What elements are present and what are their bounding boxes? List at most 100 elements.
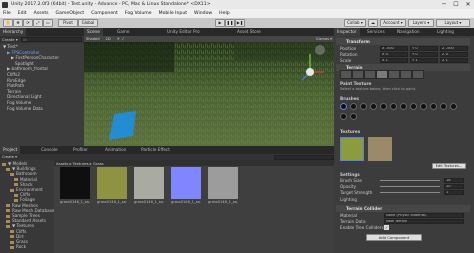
transform-y-field[interactable]: Y 0 (410, 46, 438, 51)
layers-dropdown[interactable]: Layers ▾ (408, 19, 434, 27)
transform-z-field[interactable]: Z 1 (440, 58, 468, 63)
terrain-collider-header[interactable]: Terrain Collider (336, 205, 470, 212)
transform-z-field[interactable]: Z -500 (440, 46, 468, 51)
rotate-tool-icon[interactable]: ⟳ (23, 19, 33, 27)
smooth-height-icon[interactable] (364, 70, 376, 79)
tab-game[interactable]: Game (114, 28, 132, 36)
opacity-slider[interactable] (380, 186, 440, 187)
paint-height-icon[interactable] (352, 70, 364, 79)
terrain-settings-icon[interactable] (412, 70, 424, 79)
material-field[interactable]: None (Physic Material) (384, 213, 464, 218)
project-search-input[interactable] (274, 154, 334, 160)
transform-x-field[interactable]: X 1 (380, 58, 408, 63)
menu-edit[interactable]: Edit (18, 11, 27, 16)
menu-component[interactable]: Component (91, 11, 118, 16)
hierarchy-search-input[interactable] (20, 37, 82, 42)
tab-profiler[interactable]: Profiler (70, 146, 91, 154)
brush-size-field[interactable]: 16 (444, 178, 464, 183)
menu-window[interactable]: Window (194, 11, 212, 16)
move-tool-icon[interactable]: ✥ (13, 19, 23, 27)
brush-shape[interactable] (350, 113, 357, 120)
transform-z-field[interactable]: Z 0 (440, 52, 468, 57)
tab-lighting[interactable]: Lighting (434, 28, 457, 36)
gizmos-dropdown[interactable]: Gizmos ▾ (316, 37, 332, 41)
brush-shape[interactable] (350, 103, 357, 110)
tab-services[interactable]: Services (364, 28, 388, 36)
tab-project[interactable]: Project (0, 146, 21, 154)
asset-thumbnail[interactable]: grass0146_1_sa... (208, 167, 238, 207)
brush-shape[interactable] (390, 103, 397, 110)
tab-unity-editor-pro[interactable]: Unity Editor Pro (164, 28, 203, 36)
asset-thumbnail[interactable]: grass0146_1_sa... (60, 167, 90, 207)
raise-terrain-icon[interactable] (340, 70, 352, 79)
lighting-foldout[interactable]: Lighting (340, 197, 357, 202)
cloud-icon[interactable]: ☁ (368, 19, 378, 27)
step-icon[interactable]: ▶❚ (235, 19, 245, 27)
transform-x-field[interactable]: X -500 (380, 46, 408, 51)
brush-shape[interactable] (420, 103, 427, 110)
brush-shape[interactable] (400, 103, 407, 110)
brush-size-slider[interactable] (380, 180, 440, 181)
tab-console[interactable]: Console (38, 146, 61, 154)
brush-shape[interactable] (340, 103, 347, 110)
create-dropdown[interactable]: Create ▾ (2, 37, 18, 42)
pause-icon[interactable]: ❚❚ (225, 19, 235, 27)
shading-dropdown[interactable]: Shaded (86, 37, 100, 41)
brush-shape[interactable] (430, 103, 437, 110)
scene-viewport[interactable] (84, 42, 334, 146)
target-strength-field[interactable]: 1 (444, 190, 464, 195)
minimize-button[interactable]: ─ (438, 0, 450, 9)
account-dropdown[interactable]: Account ▾ (380, 19, 406, 27)
scene-orientation-gizmo[interactable] (315, 45, 325, 55)
menu-gameobject[interactable]: GameObject (56, 11, 85, 16)
project-create-dropdown[interactable]: Create ▾ (2, 155, 17, 159)
paint-details-icon[interactable] (400, 70, 412, 79)
maximize-button[interactable]: ☐ (450, 0, 462, 9)
tab-navigation[interactable]: Navigation (394, 28, 423, 36)
opacity-field[interactable]: 20 (444, 184, 464, 189)
rect-tool-icon[interactable]: ▭ (43, 19, 53, 27)
tab-inspector[interactable]: Inspector (334, 28, 360, 36)
2d-toggle[interactable]: 2D (106, 37, 111, 41)
terrain-texture-dirt[interactable] (368, 137, 392, 161)
hierarchy-item[interactable]: Fog Volume Data (7, 106, 43, 112)
global-toggle[interactable]: Global (78, 19, 98, 27)
add-component-button[interactable]: Add Component (366, 234, 422, 241)
brush-shape[interactable] (410, 103, 417, 110)
brush-shape[interactable] (340, 113, 347, 120)
terrain-texture-grass[interactable] (340, 137, 364, 161)
asset-thumbnail[interactable]: grass0146_1_sa... (171, 167, 201, 207)
project-folder[interactable]: Rock (10, 244, 26, 250)
target-strength-slider[interactable] (380, 192, 440, 193)
transform-y-field[interactable]: Y 0 (410, 52, 438, 57)
brush-shape[interactable] (450, 103, 457, 110)
tab-animation[interactable]: Animation (102, 146, 129, 154)
light-toggle-icon[interactable]: ☀ (117, 37, 120, 41)
asset-thumbnail[interactable]: grass0146_1_sa... (97, 167, 127, 207)
layout-dropdown[interactable]: Layout ▾ (436, 19, 470, 27)
menu-file[interactable]: File (3, 11, 11, 16)
transform-x-field[interactable]: X 0 (380, 52, 408, 57)
menu-help[interactable]: Help (219, 11, 229, 16)
tab-hierarchy[interactable]: Hierarchy (0, 28, 27, 36)
pivot-toggle[interactable]: Pivot (58, 19, 78, 27)
tree-colliders-checkbox[interactable]: ✓ (384, 225, 389, 230)
menu-mobile-input[interactable]: Mobile Input (159, 11, 187, 16)
brush-shape[interactable] (440, 103, 447, 110)
asset-thumbnail[interactable]: grass0146_1_sa... (134, 167, 164, 207)
terrain-data-field[interactable]: New Terrain (384, 219, 464, 224)
edit-textures-button[interactable]: Edit Textures... (432, 163, 466, 169)
brush-shape[interactable] (370, 103, 377, 110)
tab-asset-store[interactable]: Asset Store (234, 28, 264, 36)
close-button[interactable]: ✕ (462, 0, 474, 9)
tab-particle-effect[interactable]: Particle Effect (138, 146, 173, 154)
menu-fog-volume[interactable]: Fog Volume (125, 11, 152, 16)
transform-y-field[interactable]: Y 1 (410, 58, 438, 63)
place-trees-icon[interactable] (388, 70, 400, 79)
brush-shape[interactable] (380, 103, 387, 110)
transform-header[interactable]: Transform (336, 38, 470, 45)
audio-toggle-icon[interactable]: ♪ (122, 37, 124, 41)
tab-scene[interactable]: Scene (84, 28, 103, 36)
hand-tool-icon[interactable]: ✋ (3, 19, 13, 27)
menu-assets[interactable]: Assets (34, 11, 49, 16)
